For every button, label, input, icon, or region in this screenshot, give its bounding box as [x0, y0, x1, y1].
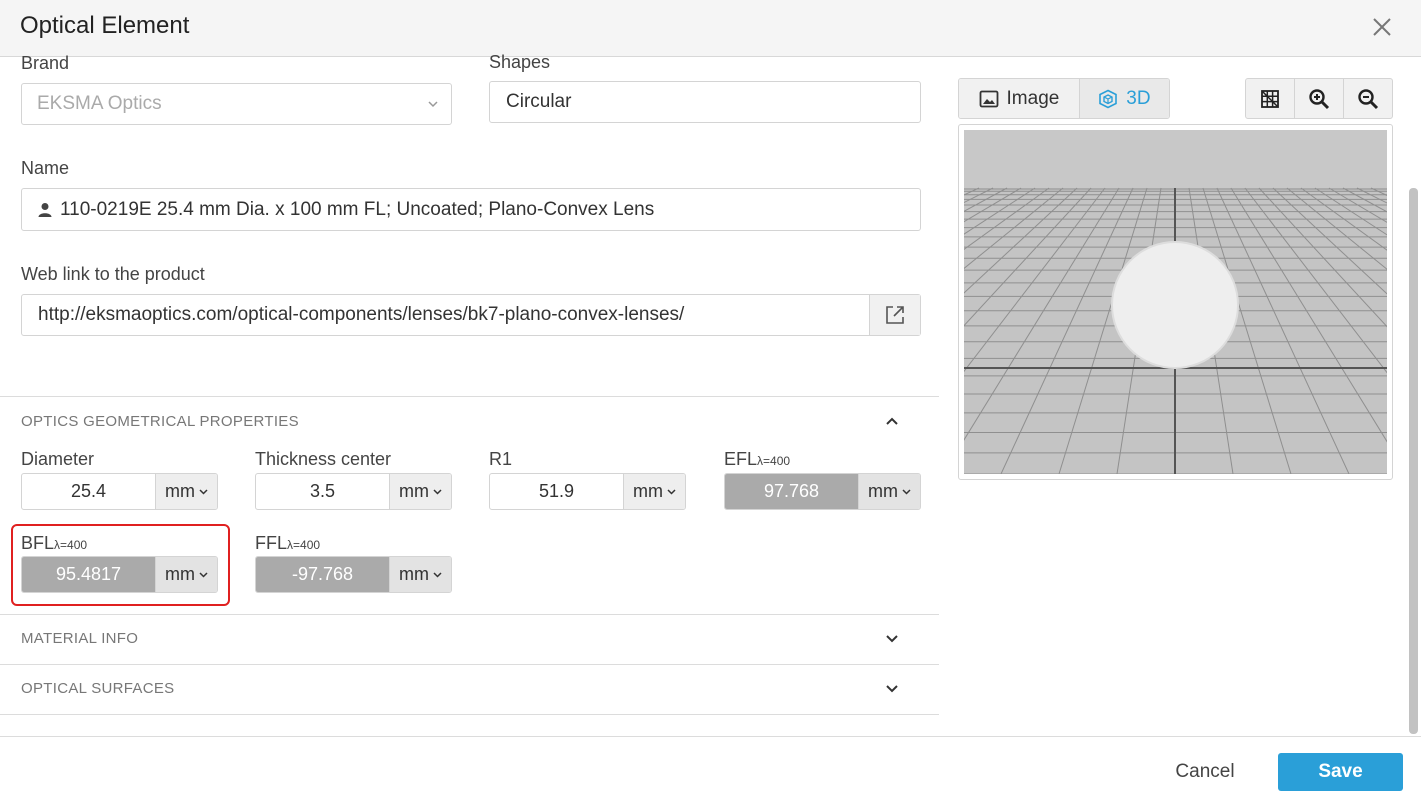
tab-image-label: Image [1006, 87, 1060, 109]
tab-3d[interactable]: 3D [1078, 79, 1169, 118]
efl-value: 97.768 [725, 474, 858, 509]
name-value: 110-0219E 25.4 mm Dia. x 100 mm FL; Unco… [60, 198, 655, 220]
brand-label: Brand [21, 53, 70, 73]
shapes-value: Circular [506, 91, 572, 112]
grid-toggle-button[interactable] [1246, 79, 1294, 118]
unit-label: mm [633, 481, 663, 501]
unit-label: mm [868, 481, 898, 501]
chevron-down-icon[interactable] [884, 634, 900, 644]
shapes-label: Shapes [489, 52, 551, 72]
name-label: Name [21, 158, 70, 178]
unit-label: mm [165, 481, 195, 501]
thickness-label: Thickness center [255, 449, 392, 469]
thickness-field[interactable]: 3.5 mm [255, 473, 452, 510]
ffl-value: -97.768 [256, 557, 389, 592]
user-icon [38, 202, 52, 217]
save-button[interactable]: Save [1278, 753, 1403, 791]
chevron-down-icon [667, 488, 676, 495]
brand-value: EKSMA Optics [37, 93, 162, 114]
ffl-field: -97.768 mm [255, 556, 452, 593]
zoom-out-button[interactable] [1343, 79, 1392, 118]
weblink-field[interactable]: http://eksmaoptics.com/optical-component… [21, 294, 921, 336]
diameter-unit-select[interactable]: mm [155, 474, 217, 509]
diameter-value[interactable]: 25.4 [22, 474, 155, 509]
section-divider [0, 396, 939, 397]
ffl-label: FFLλ=400 [255, 533, 320, 554]
r1-field[interactable]: 51.9 mm [489, 473, 686, 510]
section-divider [0, 664, 939, 665]
r1-value[interactable]: 51.9 [490, 474, 623, 509]
weblink-label: Web link to the product [21, 264, 205, 284]
3d-scene[interactable] [964, 130, 1387, 474]
cancel-button[interactable]: Cancel [1160, 756, 1250, 788]
shapes-field[interactable]: Circular [489, 81, 921, 123]
chevron-up-icon[interactable] [884, 416, 900, 426]
3d-viewer[interactable] [958, 124, 1393, 480]
efl-label-text: EFL [724, 449, 758, 469]
chevron-down-icon [433, 488, 442, 495]
open-link-button[interactable] [869, 295, 920, 335]
section-divider [0, 714, 939, 715]
zoom-in-button[interactable] [1294, 79, 1343, 118]
geometry-section-title[interactable]: OPTICS GEOMETRICAL PROPERTIES [21, 413, 299, 430]
chevron-down-icon [433, 571, 442, 578]
zoom-out-icon [1358, 88, 1379, 109]
chevron-down-icon [199, 488, 208, 495]
efl-unit-select[interactable]: mm [858, 474, 920, 509]
ffl-subscript: λ=400 [287, 538, 321, 552]
dialog-header: Optical Element [0, 0, 1421, 57]
chevron-down-icon [902, 488, 911, 495]
chevron-down-icon[interactable] [884, 684, 900, 694]
r1-unit-select[interactable]: mm [623, 474, 685, 509]
efl-label: EFLλ=400 [724, 449, 790, 470]
thickness-value[interactable]: 3.5 [256, 474, 389, 509]
scrollbar[interactable] [1409, 188, 1418, 734]
external-link-icon [886, 306, 904, 324]
ffl-unit-select[interactable]: mm [389, 557, 451, 592]
lens-3d-model [1111, 241, 1239, 369]
zoom-in-icon [1309, 88, 1330, 109]
bfl-highlight-box [11, 524, 230, 606]
tab-3d-label: 3D [1126, 87, 1151, 109]
unit-label: mm [399, 564, 429, 584]
diameter-label: Diameter [21, 449, 95, 469]
brand-select[interactable]: EKSMA Optics [21, 83, 452, 125]
image-icon [979, 90, 998, 107]
cube-icon [1099, 89, 1118, 108]
chevron-down-icon [428, 101, 438, 108]
efl-field: 97.768 mm [724, 473, 921, 510]
r1-label: R1 [489, 449, 513, 469]
close-icon[interactable] [1368, 13, 1396, 41]
material-section-title[interactable]: MATERIAL INFO [21, 630, 138, 647]
viewer-tabs: Image 3D [958, 78, 1170, 119]
efl-subscript: λ=400 [757, 454, 791, 468]
viewer-toolbar [1245, 78, 1393, 119]
surfaces-section-title[interactable]: OPTICAL SURFACES [21, 680, 174, 697]
diameter-field[interactable]: 25.4 mm [21, 473, 218, 510]
weblink-value: http://eksmaoptics.com/optical-component… [38, 304, 685, 325]
name-field[interactable]: 110-0219E 25.4 mm Dia. x 100 mm FL; Unco… [21, 188, 921, 231]
grid-icon [1261, 89, 1279, 108]
ffl-label-text: FFL [255, 533, 288, 553]
tab-image[interactable]: Image [959, 79, 1079, 118]
thickness-unit-select[interactable]: mm [389, 474, 451, 509]
footer-divider [0, 736, 1421, 737]
unit-label: mm [399, 481, 429, 501]
section-divider [0, 614, 939, 615]
dialog-title: Optical Element [20, 12, 190, 39]
